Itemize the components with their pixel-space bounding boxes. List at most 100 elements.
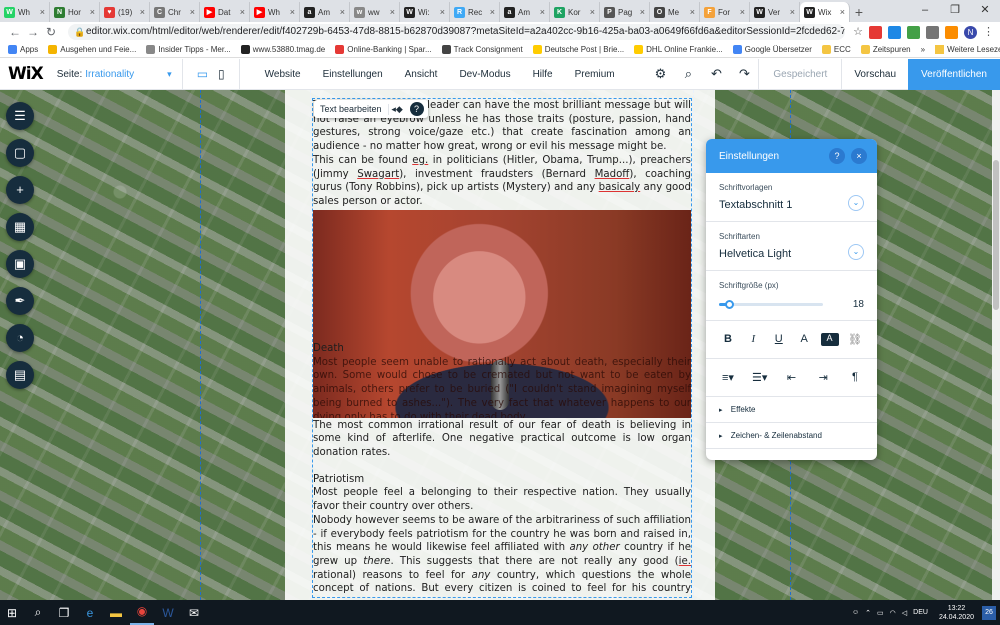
help-icon[interactable]: ? <box>409 102 424 116</box>
star-icon[interactable]: ☆ <box>853 26 863 39</box>
tab-close-icon[interactable]: × <box>340 7 345 17</box>
tab-close-icon[interactable]: × <box>690 7 695 17</box>
redo-icon[interactable]: ↷ <box>730 66 758 82</box>
background-icon[interactable]: ▢ <box>6 139 34 167</box>
tab-close-icon[interactable]: × <box>540 7 545 17</box>
tab-close-icon[interactable]: × <box>390 7 395 17</box>
bookmark-item[interactable]: Insider Tipps - Mer... <box>146 45 231 54</box>
tab-close-icon[interactable]: × <box>240 7 245 17</box>
page-selector[interactable]: Seite: Irrationality ▾ <box>57 69 172 80</box>
spacing-section[interactable]: ▸ Zeichen- & Zeilenabstand <box>706 423 877 449</box>
text-color-icon[interactable]: A <box>795 333 813 346</box>
link-icon[interactable]: ⛓ <box>846 333 864 346</box>
chrome-icon[interactable]: ◉ <box>130 600 154 625</box>
bookmark-item[interactable]: Google Übersetzer <box>732 45 812 54</box>
browser-tab[interactable]: ♥ (19) × <box>100 2 150 22</box>
browser-tab[interactable]: a Am × <box>500 2 550 22</box>
panel-close-button[interactable]: × <box>851 148 867 164</box>
tab-close-icon[interactable]: × <box>590 7 595 17</box>
browser-tab[interactable]: C Chr × <box>150 2 200 22</box>
wix-menu-item[interactable]: Einstellungen <box>312 69 394 80</box>
edge-icon[interactable]: e <box>78 606 102 620</box>
publish-button[interactable]: Veröffentlichen <box>908 58 1000 90</box>
bold-icon[interactable]: B <box>719 333 737 346</box>
effects-section[interactable]: ▸ Effekte <box>706 397 877 423</box>
extension-icon-3[interactable] <box>907 25 920 39</box>
bookmark-item[interactable]: Zeitspuren <box>860 45 911 54</box>
wix-logo[interactable]: WiX <box>0 64 57 84</box>
extension-icon-5[interactable] <box>945 25 958 39</box>
underline-icon[interactable]: U <box>770 333 788 346</box>
tab-close-icon[interactable]: × <box>640 7 645 17</box>
browser-tab[interactable]: w ww × <box>350 2 400 22</box>
forward-icon[interactable]: → <box>24 25 42 39</box>
close-window-icon[interactable]: ✕ <box>970 0 1000 22</box>
bookmarks-more[interactable]: » <box>921 45 925 54</box>
network-icon[interactable]: ◠ <box>890 609 896 617</box>
animation-icon[interactable]: ◂◆ <box>387 103 406 115</box>
edit-text-button[interactable]: Text bearbeiten <box>314 104 388 114</box>
battery-icon[interactable]: ▭ <box>877 609 884 617</box>
browser-tab[interactable]: R Rec × <box>450 2 500 22</box>
search-icon[interactable]: ⌕ <box>26 605 50 620</box>
menu-dots-icon[interactable]: ⋮ <box>983 26 994 39</box>
font-size-value[interactable]: 18 <box>853 299 864 310</box>
text-direction-icon[interactable]: ¶ <box>846 371 864 384</box>
desktop-icon[interactable]: ▭ <box>197 67 208 81</box>
italic-icon[interactable]: I <box>744 333 762 346</box>
font-family-dropdown[interactable]: Schriftarten Helvetica Light ⌄ <box>706 222 877 271</box>
page-scrollbar[interactable] <box>992 90 1000 600</box>
new-tab-button[interactable]: + <box>850 2 868 22</box>
font-size-slider[interactable]: 18 <box>719 299 864 310</box>
explorer-icon[interactable]: ▬ <box>104 606 128 620</box>
browser-tab[interactable]: ▶ Dat × <box>200 2 250 22</box>
tray-chevron-icon[interactable]: ⌃ <box>865 609 871 617</box>
zoom-icon[interactable]: ⌕ <box>674 66 702 82</box>
language-indicator[interactable]: DEU <box>913 609 928 616</box>
person-icon[interactable]: ☺ <box>852 609 859 616</box>
windows-start-icon[interactable]: ⊞ <box>0 606 24 620</box>
list-icon[interactable]: ☰▾ <box>751 371 769 384</box>
scrollbar-thumb[interactable] <box>993 160 999 310</box>
browser-tab[interactable]: a Am × <box>300 2 350 22</box>
tab-close-icon[interactable]: × <box>190 7 195 17</box>
bookings-icon[interactable]: ▤ <box>6 361 34 389</box>
bookmark-item[interactable]: Online-Banking | Spar... <box>335 45 432 54</box>
tab-close-icon[interactable]: × <box>490 7 495 17</box>
extension-icon-2[interactable] <box>888 25 901 39</box>
tab-close-icon[interactable]: × <box>90 7 95 17</box>
browser-tab[interactable]: W Ver × <box>750 2 800 22</box>
undo-icon[interactable]: ↶ <box>702 66 730 82</box>
tab-close-icon[interactable]: × <box>840 7 845 17</box>
align-icon[interactable]: ≡▾ <box>719 371 737 384</box>
task-view-icon[interactable]: ❐ <box>52 606 76 620</box>
highlight-icon[interactable]: A <box>820 333 839 346</box>
wix-menu-item[interactable]: Website <box>254 69 312 80</box>
bookmark-item[interactable]: Apps <box>8 45 38 54</box>
mobile-icon[interactable]: ▯ <box>218 67 225 81</box>
extension-icon-1[interactable] <box>869 25 882 39</box>
browser-tab[interactable]: W Wi: × <box>400 2 450 22</box>
chevron-down-icon[interactable]: ⌄ <box>848 195 864 211</box>
browser-tab[interactable]: O Me × <box>650 2 700 22</box>
bookmark-item[interactable]: Deutsche Post | Brie... <box>532 45 624 54</box>
tab-close-icon[interactable]: × <box>740 7 745 17</box>
browser-tab[interactable]: ▶ Wh × <box>250 2 300 22</box>
mail-icon[interactable]: ✉ <box>182 606 206 620</box>
wix-menu-item[interactable]: Hilfe <box>522 69 564 80</box>
menus-pages-icon[interactable]: ☰ <box>6 102 34 130</box>
slider-track[interactable] <box>719 300 823 309</box>
add-icon[interactable]: + <box>6 176 34 204</box>
browser-tab[interactable]: K Kor × <box>550 2 600 22</box>
clock[interactable]: 13:22 24.04.2020 <box>939 604 974 622</box>
wix-menu-item[interactable]: Premium <box>564 69 626 80</box>
reload-icon[interactable]: ↻ <box>42 25 60 39</box>
volume-icon[interactable]: ◁ <box>902 609 907 617</box>
browser-tab[interactable]: W Wh × <box>0 2 50 22</box>
other-bookmarks[interactable]: » Weitere Lesezeichen <box>921 45 1000 54</box>
url-field[interactable]: 🔒 editor.wix.com/html/editor/web/rendere… <box>68 24 846 40</box>
wix-menu-item[interactable]: Dev-Modus <box>448 69 521 80</box>
bookmark-item[interactable]: www.53880.tmag.de <box>240 45 325 54</box>
indent-decrease-icon[interactable]: ⇤ <box>783 371 801 384</box>
bookmark-item[interactable]: DHL Online Frankie... <box>634 45 723 54</box>
